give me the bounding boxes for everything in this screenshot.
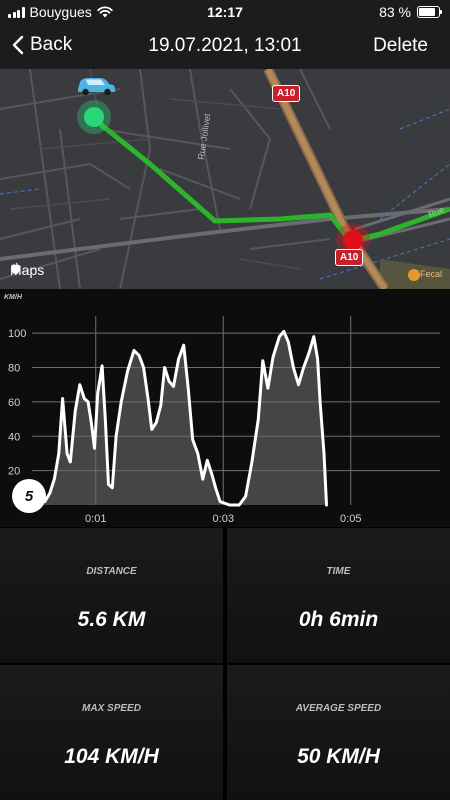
y-tick-label-40: 40 [8,431,20,443]
navigation-bar: Back 19.07.2021, 13:01 Delete [0,24,450,69]
apple-icon [11,262,20,274]
maps-attribution[interactable]: Maps [10,262,44,278]
speed-chart-plot: 20 40 60 80 100 0:01 0:03 0:05 [8,316,440,525]
stat-time: TIME 0h 6min [227,528,450,663]
average-speed-label: AVERAGE SPEED [295,703,382,714]
stat-distance: DISTANCE 5.6 KM [0,528,223,663]
y-tick-label-60: 60 [8,397,20,409]
distance-value: 5.6 KM [77,608,146,631]
x-tick-label-1: 0:03 [213,513,234,525]
time-label: TIME [326,566,351,577]
y-tick-label-20: 20 [8,466,20,478]
delete-button[interactable]: Delete [373,35,428,57]
road-sign-a10-bottom: A10 [335,249,364,266]
battery-fill [419,8,435,16]
stat-average-speed: AVERAGE SPEED 50 KM/H [227,665,450,800]
speed-chart[interactable]: KM/H 20 40 60 80 100 0:01 0:03 0:05 5 [0,289,450,527]
battery-percent: 83 % [379,4,411,20]
y-tick-label-80: 80 [8,363,20,375]
start-marker[interactable] [84,107,104,127]
status-bar: Bouygues 12:17 83 % [0,0,450,24]
x-tick-label-2: 0:05 [340,513,361,525]
time-value: 0h 6min [298,608,379,631]
poi-label: Fecal [420,269,443,279]
poi-icon [408,269,420,281]
stat-max-speed: MAX SPEED 104 KM/H [0,665,223,800]
max-speed-label: MAX SPEED [82,703,141,714]
chevron-left-icon [12,35,24,55]
back-label: Back [30,34,73,55]
y-tick-label-100: 100 [8,328,26,340]
battery-group: 83 % [379,4,442,20]
map-canvas [0,69,450,289]
average-speed-value: 50 KM/H [297,745,380,768]
end-marker[interactable] [343,230,363,250]
max-speed-value: 104 KM/H [64,745,159,768]
back-button[interactable]: Back [12,34,72,56]
road-sign-a10-top: A10 [272,85,301,102]
stats-grid: DISTANCE 5.6 KM TIME 0h 6min MAX SPEED 1… [0,528,450,800]
x-tick-label-0: 0:01 [85,513,106,525]
distance-label: DISTANCE [86,566,137,577]
route-map[interactable]: A10 A10 Rue Jollivet Rue Fecal Maps [0,69,450,289]
battery-icon [417,6,442,18]
speed-badge[interactable]: 5 [12,479,46,513]
